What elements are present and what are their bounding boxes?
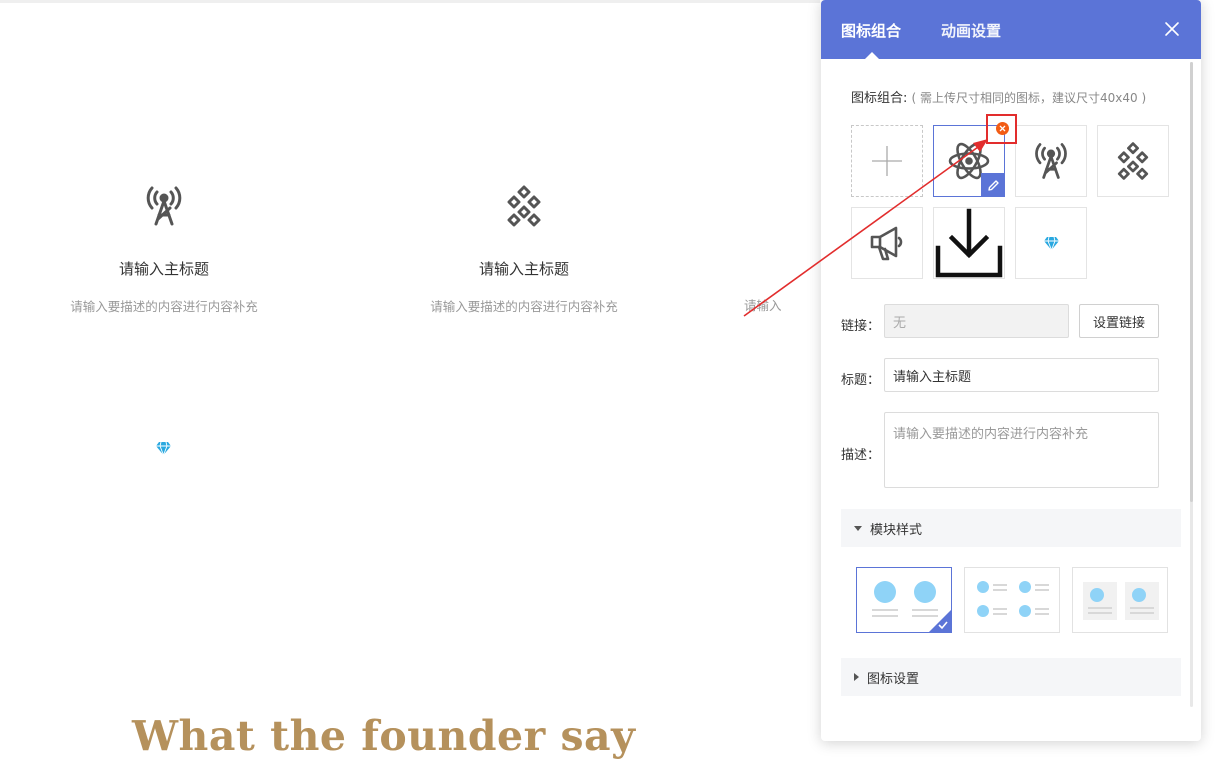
radio-tower-icon — [1035, 143, 1067, 179]
icon-slot-diamond-grid[interactable] — [1097, 125, 1169, 197]
layout-card-icon — [1083, 582, 1159, 620]
set-link-button[interactable]: 设置链接 — [1079, 304, 1159, 338]
style-option-3[interactable] — [1072, 567, 1168, 633]
title-label: 标题： — [841, 373, 881, 388]
radio-tower-icon — [146, 186, 182, 226]
feature-title: 请输入主标题 — [478, 260, 569, 278]
add-icon-slot[interactable] — [851, 125, 923, 197]
top-divider — [0, 0, 820, 3]
style-option-2[interactable] — [964, 567, 1060, 633]
icon-settings-panel: 图标组合 动画设置 图标组合: ( 需上传尺寸相同的图标，建议尺寸40x40 ) — [821, 0, 1201, 741]
remove-highlight-box — [986, 114, 1017, 144]
megaphone-icon — [870, 226, 903, 261]
download-icon — [935, 208, 1003, 278]
close-icon[interactable] — [1163, 20, 1181, 38]
icon-slot-megaphone[interactable] — [851, 207, 923, 279]
title-input[interactable]: 请输入主标题 — [884, 358, 1159, 392]
section-module-style[interactable]: 模块样式 — [841, 509, 1181, 547]
icon-group-label: 图标组合: ( 需上传尺寸相同的图标，建议尺寸40x40 ) — [851, 87, 1146, 106]
feature-desc: 请输入 — [744, 298, 782, 313]
panel-scrollbar[interactable] — [1190, 62, 1193, 707]
tab-icon-group[interactable]: 图标组合 — [841, 20, 901, 41]
icon-slot-gem[interactable] — [1015, 207, 1087, 279]
section-title: 模块样式 — [870, 522, 923, 538]
feature-desc: 请输入要描述的内容进行内容补充 — [430, 299, 618, 314]
section-title: 图标设置 — [867, 671, 920, 687]
icon-group-title: 图标组合: — [851, 91, 908, 106]
link-input: 无 — [884, 304, 1069, 338]
icon-group-hint: ( 需上传尺寸相同的图标，建议尺寸40x40 ) — [911, 91, 1147, 105]
pencil-icon — [987, 179, 999, 191]
close-icon — [999, 125, 1006, 132]
desc-label: 描述： — [841, 448, 881, 463]
feature-card-2[interactable]: 请输入主标题 请输入要描述的内容进行内容补充 — [384, 182, 664, 315]
icon-slot-download[interactable] — [933, 207, 1005, 279]
section-icon-settings[interactable]: 图标设置 — [841, 658, 1181, 696]
diamond-grid-icon — [1117, 142, 1149, 180]
tab-animation-settings[interactable]: 动画设置 — [941, 20, 1001, 41]
founder-heading: What the founder say — [132, 712, 636, 760]
scrollbar-thumb[interactable] — [1190, 62, 1193, 502]
link-label: 链接： — [841, 319, 881, 334]
feature-card-1[interactable]: 请输入主标题 请输入要描述的内容进行内容补充 — [24, 182, 304, 315]
feature-title: 请输入主标题 — [118, 260, 209, 278]
desc-textarea[interactable]: 请输入要描述的内容进行内容补充 — [884, 412, 1159, 488]
layout-list-icon — [977, 581, 1049, 617]
caret-down-icon — [854, 525, 862, 531]
gem-icon — [1043, 236, 1059, 251]
active-tab-indicator — [865, 52, 879, 59]
remove-icon-button[interactable] — [996, 122, 1009, 135]
add-icon — [872, 146, 902, 176]
gem-icon — [156, 441, 171, 456]
diamond-grid-icon — [507, 185, 541, 227]
style-option-1[interactable] — [856, 567, 952, 633]
feature-desc: 请输入要描述的内容进行内容补充 — [70, 299, 258, 314]
edit-icon-button[interactable] — [981, 173, 1005, 197]
check-icon — [938, 621, 948, 630]
panel-header: 图标组合 动画设置 — [821, 0, 1201, 59]
caret-right-icon — [854, 673, 859, 681]
feature-card-3[interactable]: 请输入 — [744, 182, 824, 314]
icon-slot-radio-tower[interactable] — [1015, 125, 1087, 197]
